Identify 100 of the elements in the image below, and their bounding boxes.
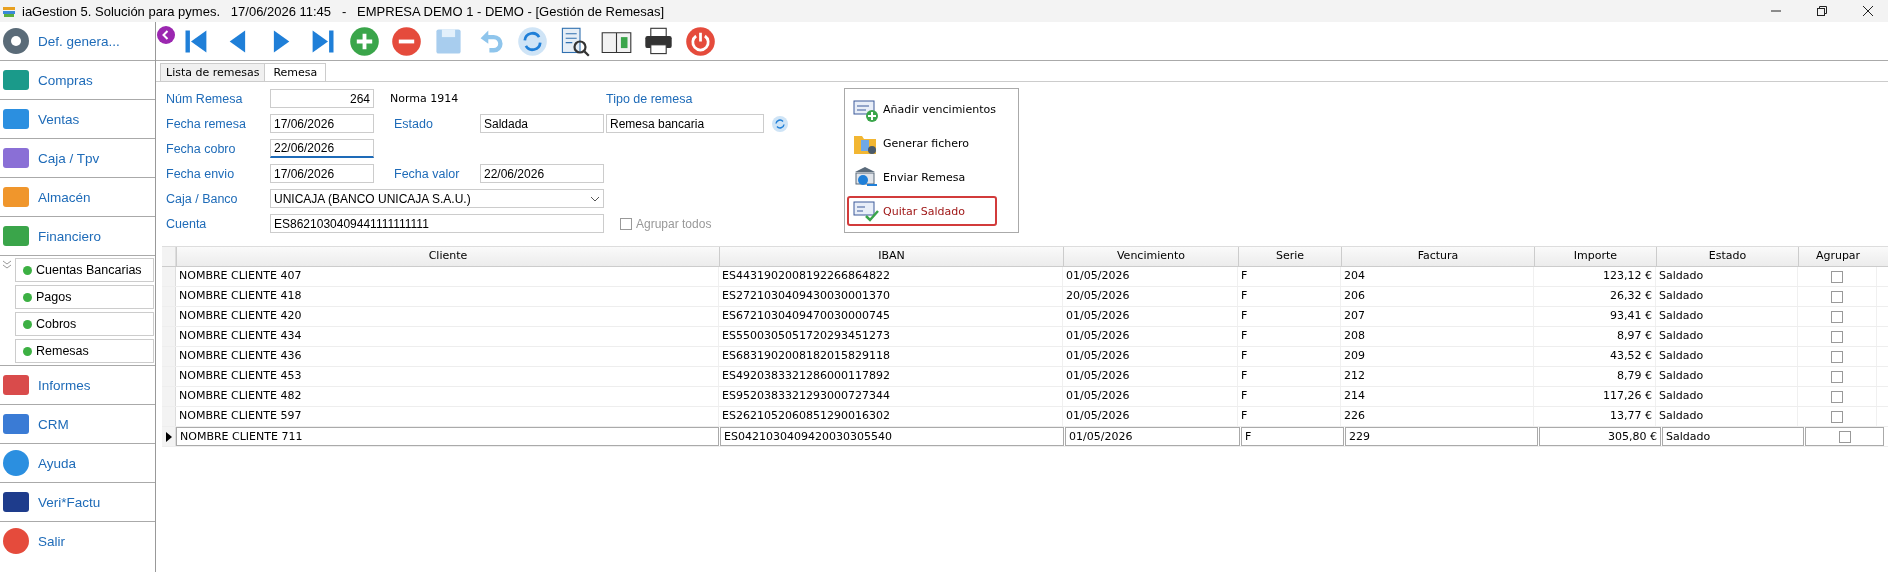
table-cell: 214 — [1341, 387, 1534, 406]
tab[interactable]: Remesa — [264, 63, 327, 81]
column-header[interactable]: Estado — [1656, 247, 1798, 266]
window-title: iaGestion 5. Solución para pymes. 17/06/2026 11:45 - EMPRESA DEMO 1 - DEMO - [Gestión de Remesas] — [22, 3, 665, 19]
table-cell: Saldado — [1656, 327, 1798, 346]
action-button[interactable]: Quitar Saldado — [847, 196, 997, 226]
action-button[interactable]: Añadir vencimientos — [847, 95, 1016, 125]
table-cell: F — [1238, 307, 1341, 326]
input-field[interactable]: 22/06/2026 — [480, 164, 604, 183]
sidebar-item[interactable]: Veri*Factu — [0, 483, 155, 522]
collapse-chevron-icon[interactable] — [2, 260, 12, 270]
input-field[interactable]: 17/06/2026 — [270, 114, 374, 133]
column-header[interactable]: Serie — [1238, 247, 1341, 266]
table-cell: 26,32 € — [1534, 287, 1656, 306]
sidebar-item[interactable]: Caja / Tpv — [0, 139, 155, 178]
sidebar-item[interactable]: CRM — [0, 405, 155, 444]
table-cell: 226 — [1341, 407, 1534, 426]
row-header[interactable] — [162, 427, 176, 446]
add-icon[interactable] — [348, 24, 381, 58]
input-field[interactable]: ES8621030409441111111111 — [270, 214, 604, 233]
table-cell: NOMBRE CLIENTE 711 — [176, 427, 719, 446]
sidebar-item[interactable]: Almacén — [0, 178, 155, 217]
sidebar-item[interactable]: Compras — [0, 61, 155, 100]
table-cell: NOMBRE CLIENTE 453 — [176, 367, 719, 386]
column-header[interactable]: IBAN — [719, 247, 1063, 266]
sidebar-item[interactable]: Financiero — [0, 217, 155, 256]
table-cell: 209 — [1341, 347, 1534, 366]
tab[interactable]: Lista de remesas — [160, 63, 266, 81]
table-cell: ES5500305051720293451273 — [719, 327, 1063, 346]
table-cell: 01/05/2026 — [1063, 347, 1238, 366]
table-cell: 204 — [1341, 267, 1534, 286]
submenu-item[interactable]: Remesas — [15, 339, 154, 363]
row-checkbox[interactable] — [1831, 310, 1843, 323]
field-label: Fecha envio — [166, 166, 236, 181]
table-cell: ES2621052060851290016302 — [719, 407, 1063, 426]
table-cell: ES4920383321286000117892 — [719, 367, 1063, 386]
sidebar-item[interactable]: Ayuda — [0, 444, 155, 483]
table-cell: 305,80 € — [1539, 427, 1661, 446]
submenu-item[interactable]: Cobros — [15, 312, 154, 336]
row-checkbox[interactable] — [1831, 350, 1843, 363]
sidebar-item[interactable]: Salir — [0, 522, 155, 560]
input-field[interactable]: 264 — [270, 89, 374, 108]
column-header[interactable]: Importe — [1534, 247, 1656, 266]
row-checkbox[interactable] — [1831, 270, 1843, 283]
table-cell: 123,12 € — [1534, 267, 1656, 286]
table-cell: 13,77 € — [1534, 407, 1656, 426]
column-header[interactable]: Agrupar — [1798, 247, 1877, 266]
document-check-icon — [853, 199, 879, 224]
table-cell: NOMBRE CLIENTE 420 — [176, 307, 719, 326]
table-cell: Saldado — [1656, 287, 1798, 306]
table-cell: 229 — [1345, 427, 1538, 446]
table-cell: 01/05/2026 — [1063, 407, 1238, 426]
field-label: Cuenta — [166, 216, 208, 231]
submenu-item[interactable]: Cuentas Bancarias — [15, 258, 154, 282]
module-icon — [1, 526, 31, 556]
row-checkbox[interactable] — [1838, 430, 1851, 443]
action-button[interactable]: Enviar Remesa — [847, 162, 1016, 193]
input-field[interactable]: 22/06/2026 — [270, 139, 374, 158]
table-cell: 93,41 € — [1534, 307, 1656, 326]
row-checkbox[interactable] — [1831, 370, 1843, 383]
refresh-icon[interactable] — [516, 24, 549, 58]
table-cell: ES2721030409430030001370 — [719, 287, 1063, 306]
submenu-item[interactable]: Pagos — [15, 285, 154, 309]
table-cell: F — [1238, 407, 1341, 426]
row-checkbox[interactable] — [1831, 410, 1843, 423]
field-label: Fecha remesa — [166, 116, 247, 131]
table-cell: 43,52 € — [1534, 347, 1656, 366]
field-label: Fecha cobro — [166, 141, 237, 156]
row-checkbox[interactable] — [1831, 290, 1843, 303]
table-cell: F — [1238, 267, 1341, 286]
row-checkbox[interactable] — [1831, 330, 1843, 343]
remove-icon[interactable] — [390, 24, 423, 58]
column-header[interactable]: Vencimiento — [1063, 247, 1238, 266]
power-icon[interactable] — [684, 24, 717, 58]
column-header[interactable]: Cliente — [176, 247, 719, 266]
field-label: Núm Remesa — [166, 91, 244, 106]
sidebar-item[interactable]: Def. genera... — [0, 22, 155, 61]
table-cell: 01/05/2026 — [1063, 387, 1238, 406]
row-checkbox[interactable] — [1831, 390, 1843, 403]
dropdown-field[interactable]: UNICAJA (BANCO UNICAJA S.A.U.) — [270, 189, 604, 208]
current-row-icon — [165, 431, 172, 442]
collapse-sidebar-icon[interactable] — [157, 26, 175, 44]
table-cell: NOMBRE CLIENTE 436 — [176, 347, 719, 366]
column-header[interactable]: Factura — [1341, 247, 1534, 266]
table-cell: Saldado — [1656, 367, 1798, 386]
sidebar-item[interactable]: Informes — [0, 366, 155, 405]
action-button[interactable]: Generar fichero — [847, 128, 1016, 159]
table-cell: F — [1238, 287, 1341, 306]
input-field[interactable]: 17/06/2026 — [270, 164, 374, 183]
table-cell: 20/05/2026 — [1063, 287, 1238, 306]
table-cell: ES6721030409470030000745 — [719, 307, 1063, 326]
table-cell: NOMBRE CLIENTE 407 — [176, 267, 719, 286]
refresh-icon[interactable] — [772, 115, 788, 132]
sidebar-item[interactable]: Ventas — [0, 100, 155, 139]
restore-icon[interactable] — [1816, 5, 1828, 17]
close-icon[interactable] — [1862, 5, 1874, 17]
input-field[interactable]: Saldada — [480, 114, 604, 133]
table-cell: ES4431902008192266864822 — [719, 267, 1063, 286]
input-field[interactable]: Remesa bancaria — [606, 114, 764, 133]
table-cell: F — [1241, 427, 1344, 446]
